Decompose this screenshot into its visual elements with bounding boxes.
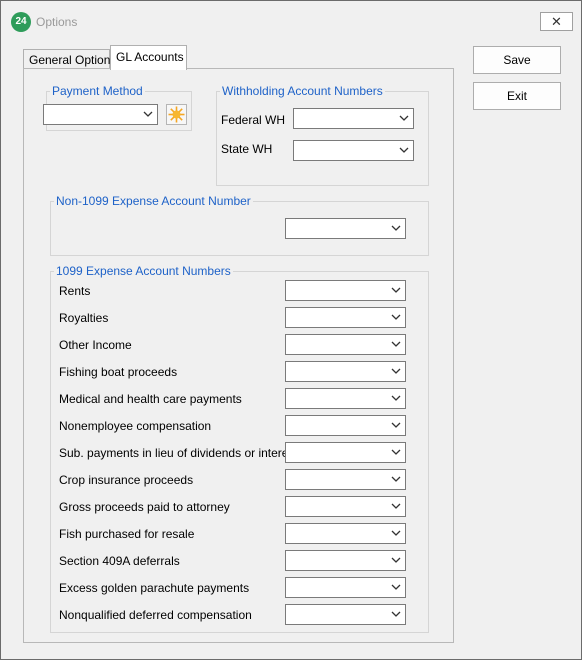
chevron-down-icon (391, 530, 401, 536)
payment-method-title: Payment Method (50, 84, 145, 98)
chevron-down-icon (391, 503, 401, 509)
expense1099-select[interactable] (285, 604, 406, 625)
chevron-down-icon (391, 584, 401, 590)
expense1099-label: Rents (59, 284, 91, 298)
expense1099-select[interactable] (285, 577, 406, 598)
chevron-down-icon (391, 476, 401, 482)
non1099-select[interactable] (285, 218, 406, 239)
withholding-group: Withholding Account Numbers Federal WH S… (216, 84, 429, 186)
payment-method-group: Payment Method (43, 84, 192, 131)
chevron-down-icon (391, 225, 401, 231)
chevron-down-icon (391, 422, 401, 428)
chevron-down-icon (391, 314, 401, 320)
expense1099-title: 1099 Expense Account Numbers (54, 264, 233, 278)
expense1099-label: Nonemployee compensation (59, 419, 212, 433)
expense1099-select[interactable] (285, 496, 406, 517)
save-button[interactable]: Save (473, 46, 561, 74)
tab-gl-accounts[interactable]: GL Accounts (110, 45, 187, 70)
expense1099-label: Nonqualified deferred compensation (59, 608, 252, 622)
chevron-down-icon (391, 449, 401, 455)
options-window: 24 Options ✕ General Options GL Accounts… (0, 0, 582, 660)
chevron-down-icon (391, 557, 401, 563)
federal-wh-label: Federal WH (221, 113, 286, 127)
add-payment-method-button[interactable] (166, 104, 187, 125)
expense1099-label: Royalties (59, 311, 109, 325)
expense1099-label: Fishing boat proceeds (59, 365, 178, 379)
expense1099-select[interactable] (285, 523, 406, 544)
close-button[interactable]: ✕ (540, 12, 573, 31)
chevron-down-icon (143, 111, 153, 117)
expense1099-label: Other Income (59, 338, 132, 352)
state-wh-select[interactable] (293, 140, 414, 161)
non1099-group: Non-1099 Expense Account Number (50, 194, 429, 256)
expense1099-label: Excess golden parachute payments (59, 581, 250, 595)
expense1099-label: Gross proceeds paid to attorney (59, 500, 230, 514)
federal-wh-select[interactable] (293, 108, 414, 129)
chevron-down-icon (391, 611, 401, 617)
chevron-down-icon (391, 395, 401, 401)
expense1099-select[interactable] (285, 550, 406, 571)
chevron-down-icon (399, 115, 409, 121)
withholding-title: Withholding Account Numbers (220, 84, 385, 98)
sun-icon (168, 106, 185, 123)
expense1099-label: Fish purchased for resale (59, 527, 195, 541)
title-bar: 24 Options ✕ (2, 2, 580, 32)
chevron-down-icon (399, 147, 409, 153)
tab-general-options[interactable]: General Options (23, 49, 116, 70)
expense1099-select[interactable] (285, 280, 406, 301)
expense1099-label: Section 409A deferrals (59, 554, 180, 568)
payment-method-select[interactable] (43, 104, 158, 125)
chevron-down-icon (391, 341, 401, 347)
gl-accounts-panel: Payment Method Withholding Account Numbe… (23, 68, 454, 643)
expense1099-select[interactable] (285, 334, 406, 355)
expense1099-select[interactable] (285, 307, 406, 328)
expense1099-select[interactable] (285, 415, 406, 436)
exit-button[interactable]: Exit (473, 82, 561, 110)
expense1099-select[interactable] (285, 442, 406, 463)
window-title: Options (36, 15, 78, 29)
expense1099-select[interactable] (285, 469, 406, 490)
non1099-title: Non-1099 Expense Account Number (54, 194, 253, 208)
chevron-down-icon (391, 368, 401, 374)
expense1099-label: Sub. payments in lieu of dividends or in… (59, 446, 298, 460)
expense1099-select[interactable] (285, 361, 406, 382)
expense1099-label: Crop insurance proceeds (59, 473, 194, 487)
chevron-down-icon (391, 287, 401, 293)
expense1099-select[interactable] (285, 388, 406, 409)
state-wh-label: State WH (221, 142, 273, 156)
app-logo-icon: 24 (11, 12, 31, 32)
expense1099-label: Medical and health care payments (59, 392, 242, 406)
expense1099-group: 1099 Expense Account Numbers Rents Royalt… (50, 264, 429, 633)
